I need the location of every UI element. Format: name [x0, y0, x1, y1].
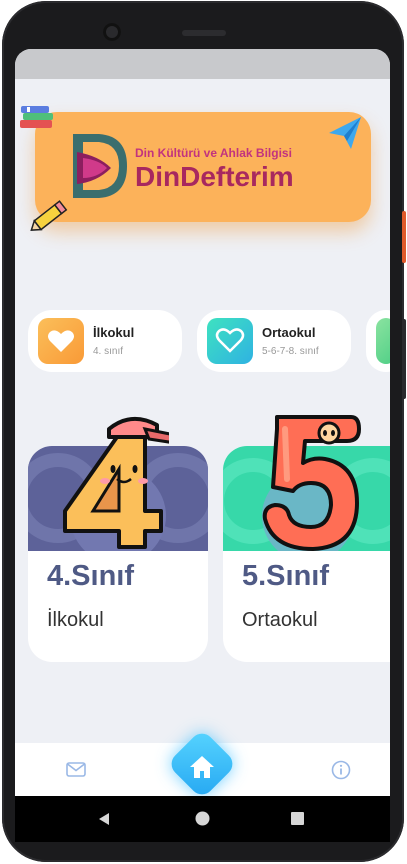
- info-icon[interactable]: [331, 760, 351, 780]
- front-camera: [103, 23, 121, 41]
- app-banner: Din Kültürü ve Ahlak Bilgisi DinDefterim: [35, 112, 371, 222]
- heart-icon: [38, 318, 84, 364]
- grade-title: 4.Sınıf: [47, 560, 135, 592]
- home-circle-icon[interactable]: [195, 811, 210, 826]
- mail-icon[interactable]: [66, 762, 86, 777]
- power-button: [402, 211, 406, 263]
- grade-level: İlkokul: [47, 609, 104, 631]
- level-chip-title: Ortaokul: [262, 325, 316, 340]
- level-chip-partial[interactable]: [366, 310, 390, 372]
- earpiece-speaker: [182, 30, 226, 36]
- level-chip-subtitle: 4. sınıf: [93, 346, 124, 357]
- level-icon: [376, 318, 390, 364]
- grade-title: 5.Sınıf: [242, 560, 330, 592]
- grade-level: Ortaokul: [242, 609, 318, 631]
- pencil-sticker-icon: [30, 200, 68, 231]
- heart-outline-icon: [207, 318, 253, 364]
- banner-title: DinDefterim: [135, 161, 294, 192]
- books-sticker-icon: [20, 106, 53, 128]
- level-chip-secondary[interactable]: Ortaokul 5-6-7-8. sınıf: [197, 310, 351, 372]
- volume-button: [402, 319, 406, 399]
- app-screen: Din Kültürü ve Ahlak Bilgisi DinDefterim…: [15, 49, 390, 796]
- number-four-mascot: [63, 417, 169, 549]
- banner-subtitle: Din Kültürü ve Ahlak Bilgisi: [135, 146, 292, 160]
- app-logo: [73, 134, 127, 198]
- level-chip-primary[interactable]: İlkokul 4. sınıf: [28, 310, 182, 372]
- level-chip-subtitle: 5-6-7-8. sınıf: [262, 346, 319, 357]
- recents-icon[interactable]: [291, 812, 304, 825]
- system-navigation-bar: [15, 796, 390, 842]
- number-five-mascot: [262, 415, 361, 551]
- level-chip-title: İlkokul: [93, 325, 135, 340]
- home-icon[interactable]: [187, 752, 217, 782]
- back-icon[interactable]: [97, 812, 111, 826]
- status-bar: [15, 49, 390, 79]
- paper-plane-icon: [329, 117, 361, 149]
